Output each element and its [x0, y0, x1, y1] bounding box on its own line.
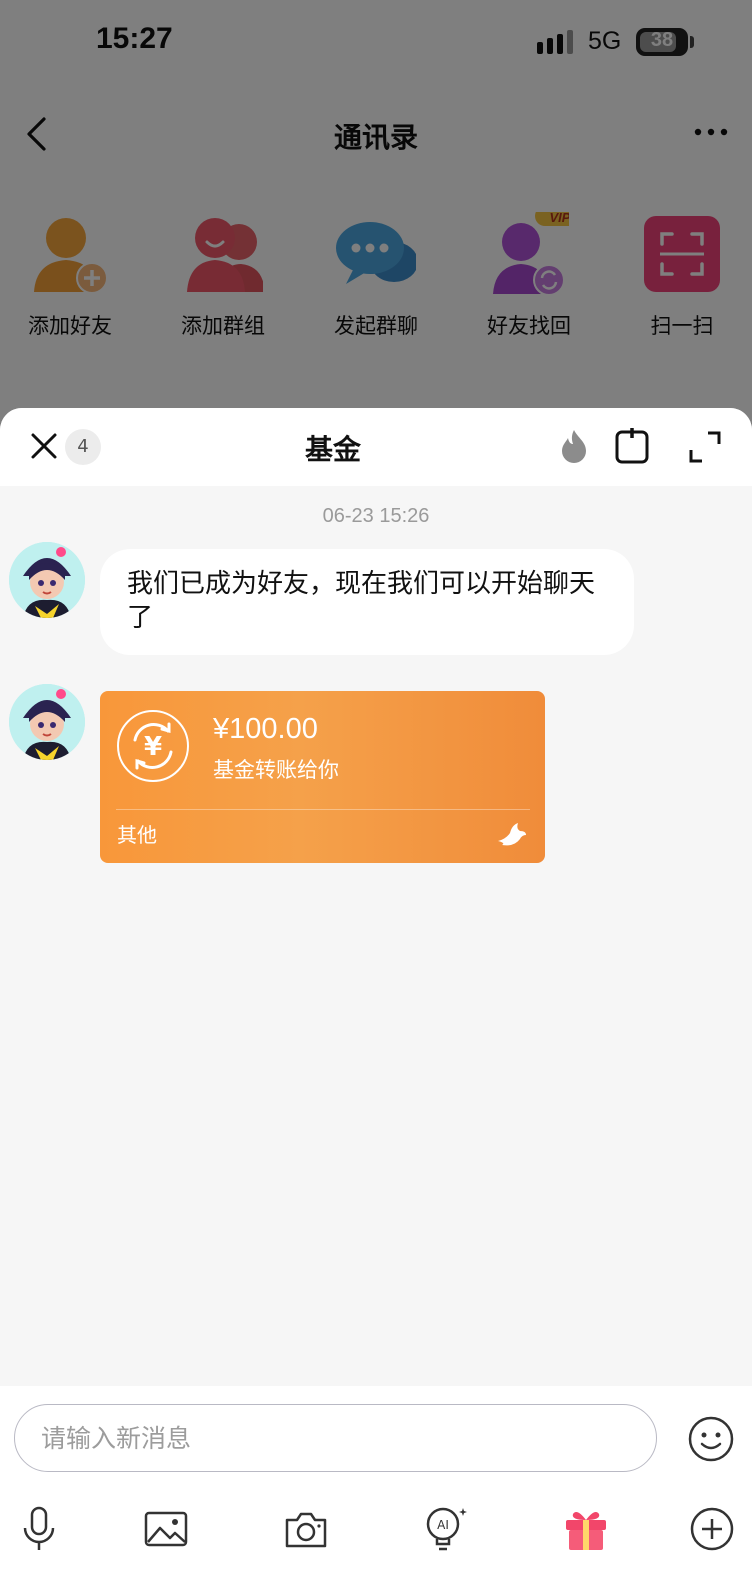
image-icon[interactable] [143, 1506, 189, 1552]
divider [116, 809, 530, 810]
close-icon[interactable] [30, 432, 58, 460]
transfer-amount: ¥100.00 [213, 713, 318, 745]
transfer-description: 基金转账给你 [213, 758, 339, 782]
message-input[interactable] [14, 1404, 657, 1472]
avatar-image [9, 684, 85, 760]
chat-sheet: 4 基金 06-23 15:26 我们已成为好友，现在我们可以开始聊天了 ¥ ¥… [0, 408, 752, 1570]
yuan-transfer-icon: ¥ [117, 710, 189, 782]
unread-count-badge: 4 [65, 429, 101, 465]
message-timestamp: 06-23 15:26 [322, 505, 430, 527]
transfer-card[interactable]: ¥ ¥100.00 基金转账给你 其他 [100, 691, 545, 863]
avatar-image [9, 542, 85, 618]
microphone-icon[interactable] [16, 1506, 62, 1552]
svg-text:¥: ¥ [144, 732, 162, 762]
transfer-footer: 其他 [117, 823, 157, 847]
document-icon[interactable] [614, 428, 650, 464]
gift-icon[interactable] [563, 1506, 609, 1552]
svg-text:AI: AI [437, 1518, 449, 1532]
plus-circle-icon[interactable] [689, 1506, 735, 1552]
emoji-icon[interactable] [688, 1416, 734, 1462]
avatar[interactable] [9, 542, 85, 618]
dove-icon [498, 823, 526, 846]
chat-header: 4 基金 [0, 408, 752, 486]
expand-icon[interactable] [688, 430, 722, 464]
camera-icon[interactable] [283, 1506, 329, 1552]
input-bar: AI [0, 1386, 752, 1570]
chat-title: 基金 [304, 433, 361, 466]
message-bubble[interactable]: 我们已成为好友，现在我们可以开始聊天了 [100, 549, 634, 655]
avatar[interactable] [9, 684, 85, 760]
ai-bulb-icon[interactable]: AI [423, 1506, 469, 1552]
flame-icon[interactable] [560, 428, 588, 464]
